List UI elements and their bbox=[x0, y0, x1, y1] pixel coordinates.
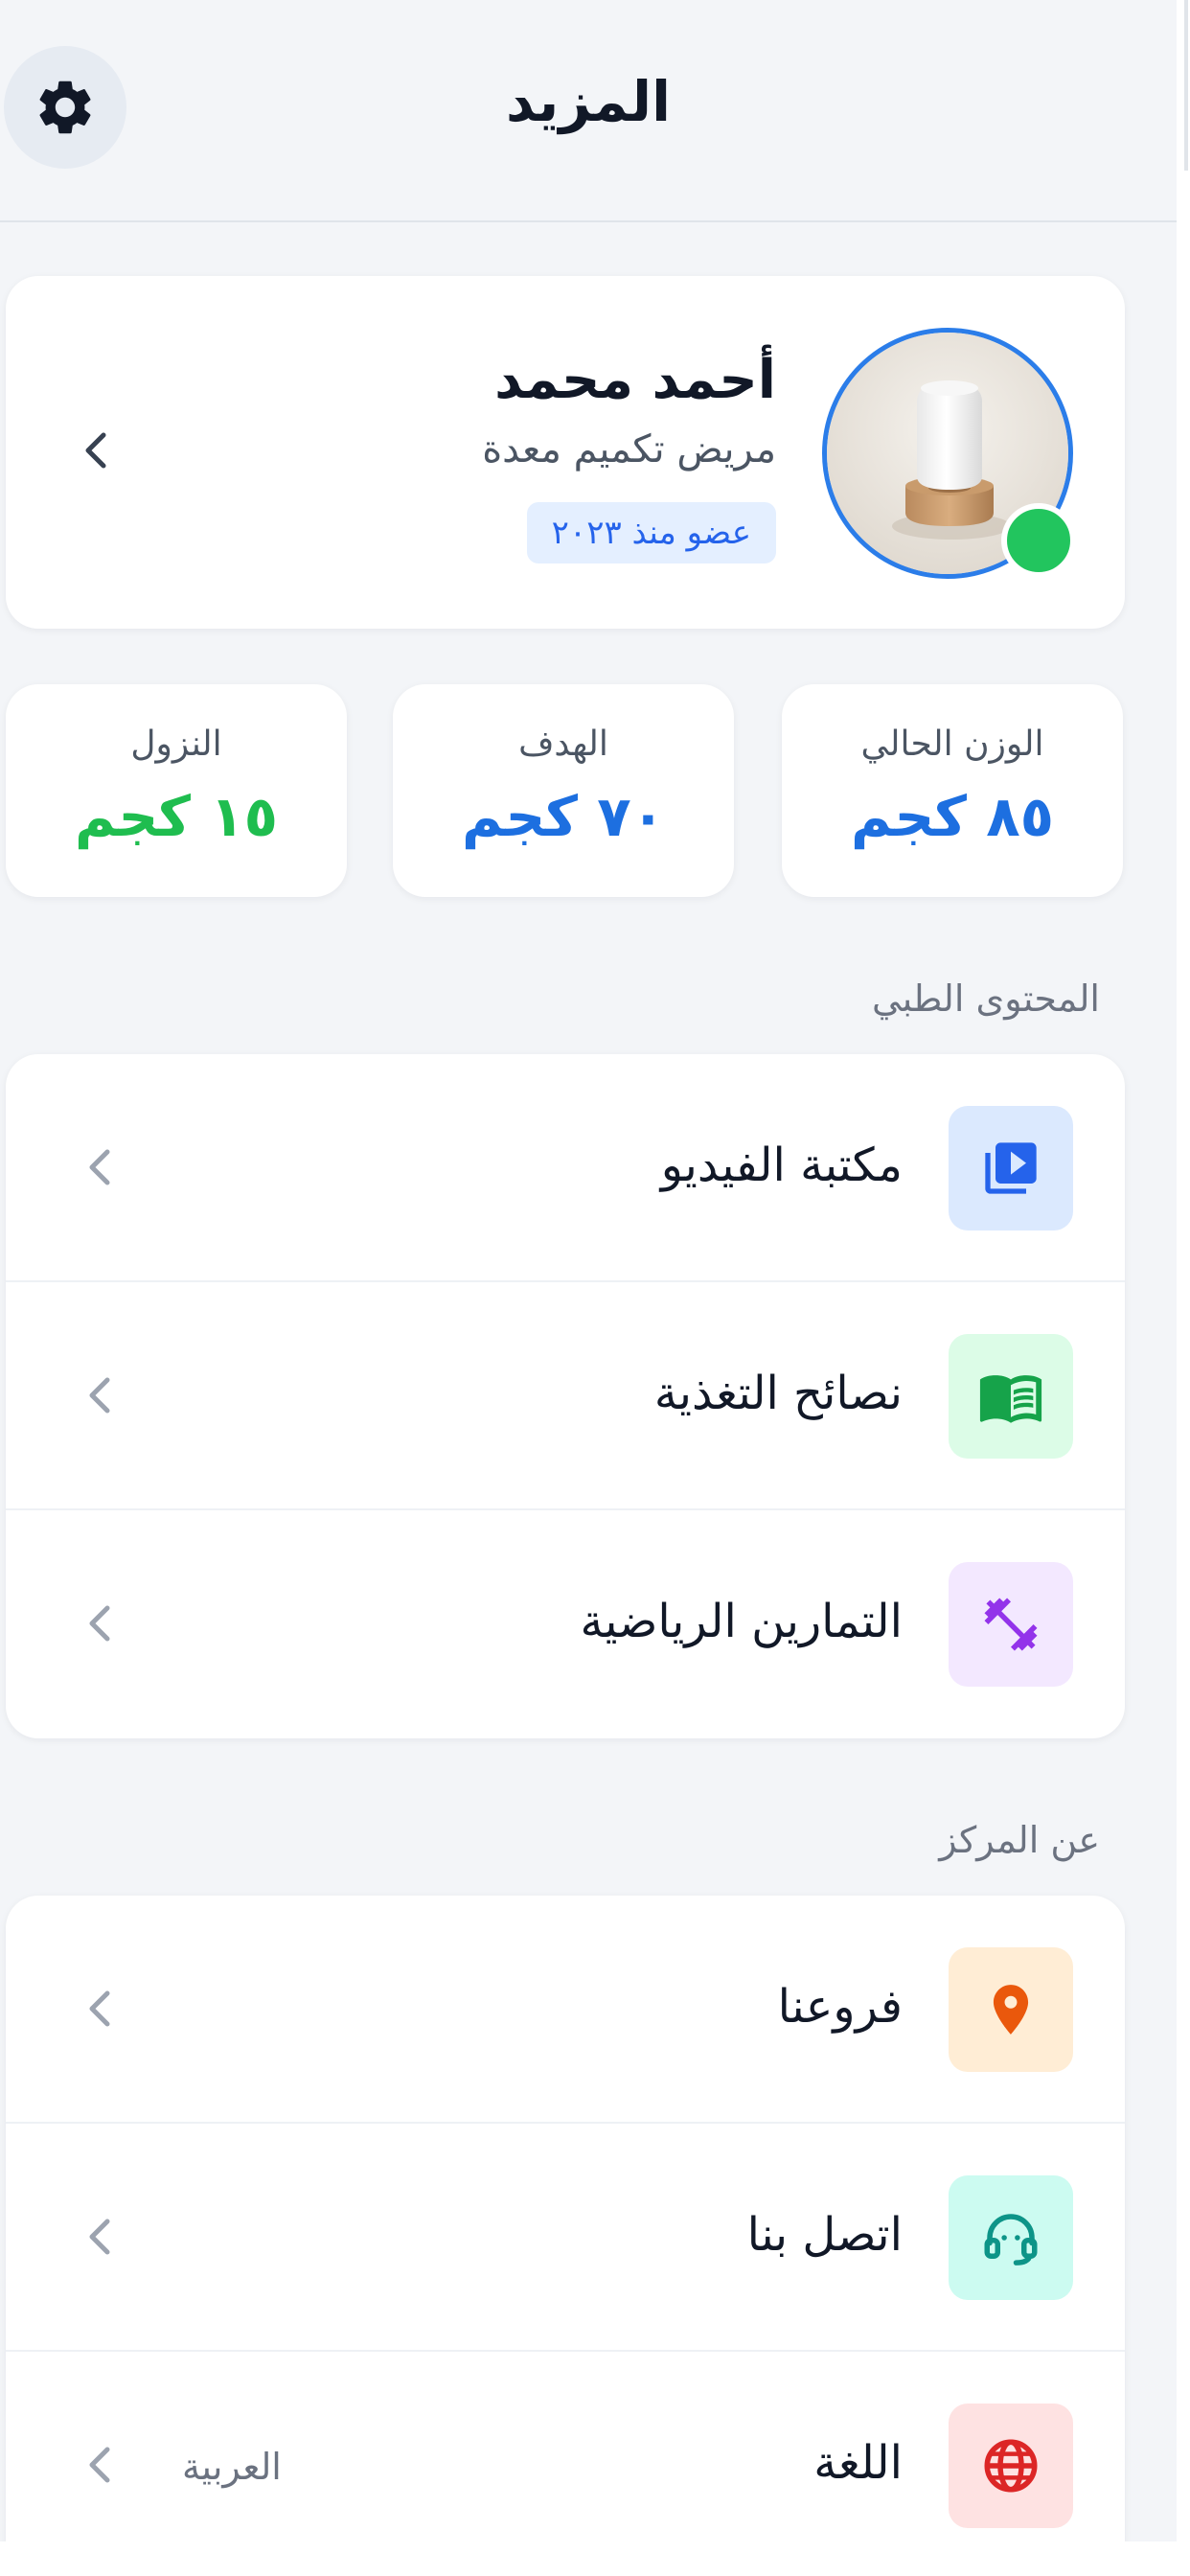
chevron-left-icon bbox=[89, 1990, 110, 2027]
online-status-dot bbox=[1001, 503, 1076, 578]
profile-name: أحمد محمد bbox=[494, 349, 776, 411]
dumbbell-icon bbox=[984, 1598, 1038, 1651]
stat-card-current-weight: الوزن الحالي ٨٥ كجم bbox=[782, 684, 1123, 897]
stat-card-weight-loss: النزول ١٥ كجم bbox=[6, 684, 347, 897]
list-item-exercises[interactable]: التمارين الرياضية bbox=[6, 1510, 1125, 1738]
list-item-label: اللغة bbox=[813, 2436, 903, 2490]
location-pin-icon bbox=[993, 1985, 1029, 2035]
stat-value: ١٥ كجم bbox=[74, 784, 279, 849]
section-title-about-center: عن المركز bbox=[939, 1819, 1100, 1861]
icon-box bbox=[949, 1334, 1073, 1459]
list-item-contact-us[interactable]: اتصل بنا bbox=[6, 2124, 1125, 2352]
list-item-branches[interactable]: فروعنا bbox=[6, 1896, 1125, 2124]
profile-card[interactable]: أحمد محمد مريض تكميم معدة عضو منذ ٢٠٢٣ bbox=[6, 276, 1125, 629]
video-library-icon bbox=[985, 1142, 1037, 1194]
chevron-left-icon bbox=[89, 2219, 110, 2255]
avatar[interactable] bbox=[822, 328, 1077, 583]
language-value: العربية bbox=[182, 2446, 282, 2488]
app-screen: المزيد أحمد محمد مريض تكميم معدة عضو منذ… bbox=[0, 0, 1177, 2542]
list-item-label: فروعنا bbox=[777, 1980, 903, 2034]
chevron-left-icon bbox=[89, 1377, 110, 1414]
headset-icon bbox=[984, 2214, 1038, 2266]
list-item-nutrition-tips[interactable]: نصائح التغذية bbox=[6, 1282, 1125, 1510]
list-item-label: التمارين الرياضية bbox=[580, 1595, 903, 1648]
page-title: المزيد bbox=[506, 69, 671, 134]
globe-icon bbox=[984, 2439, 1038, 2493]
scrollbar-thumb[interactable] bbox=[1184, 0, 1188, 171]
chevron-left-icon bbox=[85, 432, 106, 469]
icon-box bbox=[949, 2175, 1073, 2300]
list-item-language[interactable]: اللغة العربية bbox=[6, 2352, 1125, 2542]
book-icon bbox=[979, 1375, 1042, 1423]
stat-label: الوزن الحالي bbox=[860, 724, 1044, 764]
chevron-left-icon bbox=[89, 1149, 110, 1185]
list-item-label: نصائح التغذية bbox=[653, 1367, 903, 1420]
icon-box bbox=[949, 1562, 1073, 1687]
list-item-label: اتصل بنا bbox=[746, 2208, 903, 2262]
stat-label: الهدف bbox=[518, 724, 608, 764]
scrollbar-track[interactable] bbox=[1177, 0, 1190, 2542]
stat-card-goal: الهدف ٧٠ كجم bbox=[393, 684, 734, 897]
icon-box bbox=[949, 2404, 1073, 2528]
medical-content-list: مكتبة الفيديو نصائح التغذية التمارين الر… bbox=[6, 1054, 1125, 1738]
icon-box bbox=[949, 1106, 1073, 1230]
stat-value: ٧٠ كجم bbox=[461, 784, 666, 849]
list-item-label: مكتبة الفيديو bbox=[660, 1138, 903, 1192]
chevron-left-icon bbox=[89, 1605, 110, 1642]
member-since-badge: عضو منذ ٢٠٢٣ bbox=[526, 502, 776, 564]
stat-value: ٨٥ كجم bbox=[850, 784, 1055, 849]
chevron-left-icon bbox=[89, 2447, 110, 2483]
list-item-video-library[interactable]: مكتبة الفيديو bbox=[6, 1054, 1125, 1282]
header-bar: المزيد bbox=[0, 0, 1177, 222]
profile-subtitle: مريض تكميم معدة bbox=[482, 427, 776, 472]
stat-label: النزول bbox=[130, 724, 222, 764]
about-center-list: فروعنا اتصل بنا اللغة العربية bbox=[6, 1896, 1125, 2542]
section-title-medical: المحتوى الطبي bbox=[871, 978, 1100, 1020]
icon-box bbox=[949, 1947, 1073, 2072]
